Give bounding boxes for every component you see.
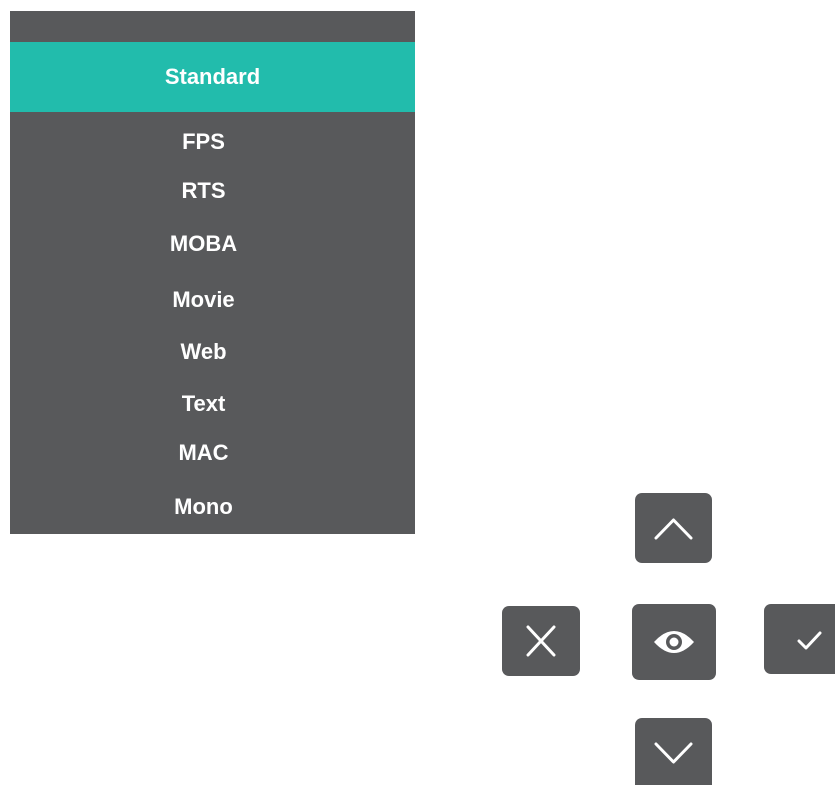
osd-menu-panel: Standard FPS RTS MOBA Movie Web Text MAC… (10, 11, 415, 534)
close-button[interactable] (502, 606, 580, 676)
menu-item-movie[interactable]: Movie (10, 280, 415, 320)
close-icon (526, 625, 556, 657)
checkmark-icon (797, 631, 822, 650)
menu-item-label: MOBA (169, 231, 238, 256)
menu-item-label: RTS (181, 178, 226, 203)
menu-item-web[interactable]: Web (10, 332, 415, 372)
down-button[interactable] (635, 718, 712, 785)
menu-item-moba[interactable]: MOBA (10, 224, 415, 264)
menu-item-label: Mono (174, 494, 233, 519)
menu-item-label: Standard (164, 64, 261, 89)
menu-item-label: FPS (182, 129, 225, 154)
view-button[interactable] (632, 604, 716, 680)
chevron-up-icon (654, 518, 693, 540)
menu-item-standard[interactable]: Standard (10, 42, 415, 112)
menu-item-label: MAC (178, 440, 229, 465)
menu-item-mac[interactable]: MAC (10, 433, 415, 473)
menu-item-label: Text (181, 391, 226, 416)
menu-item-rts[interactable]: RTS (10, 171, 415, 211)
menu-item-text[interactable]: Text (10, 384, 415, 424)
up-button[interactable] (635, 493, 712, 563)
menu-item-mono[interactable]: Mono (10, 487, 415, 527)
confirm-button[interactable] (764, 604, 835, 674)
eye-icon (654, 631, 694, 653)
chevron-down-icon (654, 742, 693, 764)
menu-item-fps[interactable]: FPS (10, 122, 415, 162)
menu-item-label: Movie (172, 287, 235, 312)
menu-item-label: Web (180, 339, 227, 364)
